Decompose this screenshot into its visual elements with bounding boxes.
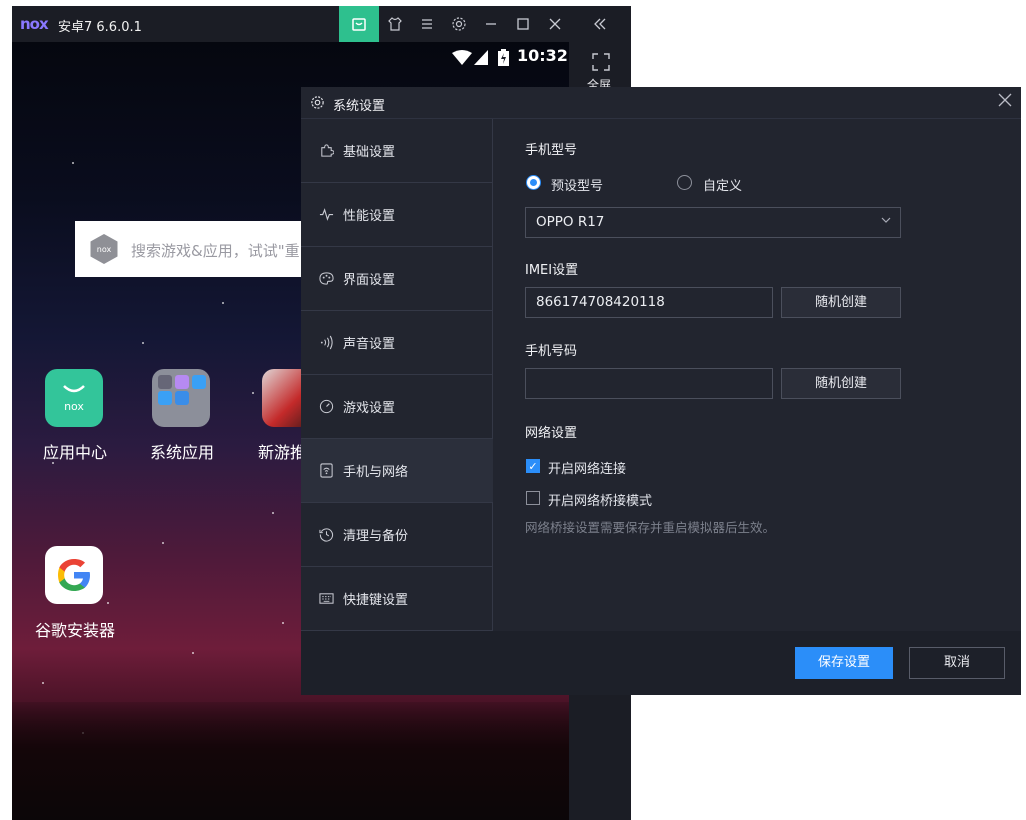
menu-icon[interactable] [410,6,444,42]
close-icon[interactable] [538,6,572,42]
nav-item-basic[interactable]: 基础设置 [301,119,493,183]
nav-item-cleanup[interactable]: 清理与备份 [301,503,493,567]
signal-icon [474,50,488,69]
phone-number-title: 手机号码 [525,344,578,359]
wifi-icon [452,50,472,69]
fullscreen-icon[interactable] [591,52,611,76]
save-button[interactable]: 保存设置 [795,647,893,679]
phone-number-random-button[interactable]: 随机创建 [781,368,901,399]
enable-network-label[interactable]: 开启网络连接 [548,458,626,477]
app-center[interactable]: nox [45,369,105,427]
google-installer-label: 谷歌安装器 [34,621,115,640]
gear-icon[interactable] [442,6,476,42]
settings-gear-icon [310,95,325,114]
bridge-mode-label[interactable]: 开启网络桥接模式 [548,490,652,509]
nav-item-sound[interactable]: 声音设置 [301,311,493,375]
pulse-icon [318,207,334,223]
dialog-header: 系统设置 [301,87,1021,119]
search-placeholder: 搜索游戏&应用，试试"重 [131,242,300,260]
emulator-title: 安卓7 6.6.0.1 [58,20,142,35]
settings-content: 手机型号 预设型号 自定义 OPPO R17 IMEI设置 8661747084… [493,119,1021,631]
imei-field[interactable]: 866174708420118 [525,287,773,318]
phone-model-value: OPPO R17 [536,214,605,230]
dialog-close-icon[interactable] [995,92,1015,112]
nox-search-icon: nox [90,234,118,264]
radio-preset-model[interactable] [526,175,541,190]
settings-nav: 基础设置 性能设置 界面设置 声音设置 游戏设置 手机与网络 清理与备份 快捷键… [301,119,493,631]
app-center-icon: nox [45,369,103,427]
google-installer[interactable] [45,546,103,604]
keyboard-icon [318,591,334,607]
nav-label-basic: 基础设置 [343,145,396,160]
google-icon [45,546,103,604]
phone-wifi-icon [318,463,334,479]
app-center-label: 应用中心 [42,443,107,462]
collapse-icon[interactable] [583,6,617,42]
sound-icon [318,335,334,351]
nav-item-performance[interactable]: 性能设置 [301,183,493,247]
nav-label-performance: 性能设置 [343,209,396,224]
preset-model-label[interactable]: 预设型号 [551,175,603,194]
svg-text:nox: nox [64,400,84,413]
nav-label-cleanup: 清理与备份 [343,529,409,544]
settings-dialog: 系统设置 基础设置 性能设置 界面设置 声音设置 游戏设置 手机与网络 清理与备… [301,87,1021,695]
phone-model-select[interactable]: OPPO R17 [525,207,901,238]
nav-label-game: 游戏设置 [343,401,396,416]
phone-model-title: 手机型号 [525,143,578,158]
minimize-icon[interactable] [474,6,508,42]
nav-item-phone-network[interactable]: 手机与网络 [301,439,493,503]
store-icon[interactable] [339,6,379,42]
nav-label-hotkeys: 快捷键设置 [343,593,409,608]
nav-item-interface[interactable]: 界面设置 [301,247,493,311]
landscape-ground [12,702,569,820]
system-apps-label: 系统应用 [149,443,214,462]
maximize-icon[interactable] [506,6,540,42]
search-bar[interactable]: nox 搜索游戏&应用，试试"重 [75,221,315,277]
nav-label-phone-network: 手机与网络 [343,465,409,480]
emulator-titlebar: nox 安卓7 6.6.0.1 [12,6,631,42]
nav-label-interface: 界面设置 [343,273,396,288]
folder-icon [152,369,210,427]
custom-model-label[interactable]: 自定义 [703,175,742,194]
radio-custom-model[interactable] [677,175,692,190]
dialog-footer: 保存设置 取消 [301,631,1021,695]
nav-item-hotkeys[interactable]: 快捷键设置 [301,567,493,631]
history-icon [318,527,334,543]
system-apps-folder[interactable] [152,369,214,427]
phone-number-field[interactable] [525,368,773,399]
nav-item-game[interactable]: 游戏设置 [301,375,493,439]
gauge-icon [318,399,334,415]
status-clock: 10:32 [517,46,568,65]
nox-logo: nox [20,15,49,33]
battery-icon [498,49,509,70]
enable-network-checkbox[interactable]: ✓ [526,459,540,473]
bridge-mode-hint: 网络桥接设置需要保存并重启模拟器后生效。 [525,520,776,535]
palette-icon [318,271,334,287]
android-statusbar: 10:32 [442,46,569,70]
cancel-button[interactable]: 取消 [909,647,1005,679]
bridge-mode-checkbox[interactable] [526,491,540,505]
shirt-icon[interactable] [378,6,412,42]
puzzle-icon [318,143,334,159]
imei-random-button[interactable]: 随机创建 [781,287,901,318]
nav-label-sound: 声音设置 [343,337,396,352]
network-title: 网络设置 [525,426,578,441]
dialog-title: 系统设置 [333,99,386,114]
imei-title: IMEI设置 [525,263,579,278]
chevron-down-icon [880,208,892,237]
